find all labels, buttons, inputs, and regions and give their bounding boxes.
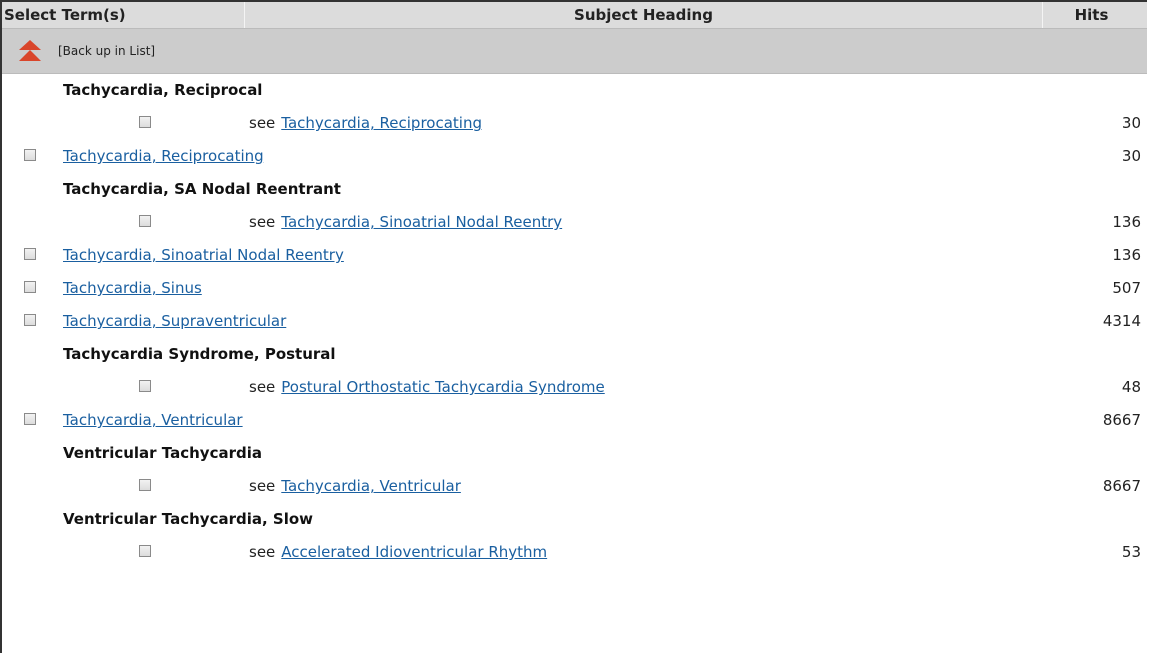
hits-count: 53 [1121, 543, 1141, 561]
subject-heading-table: Select Term(s) Subject Heading Hits [Bac… [0, 0, 1147, 653]
results-list: Tachycardia, Reciprocal see Tachycardia, R… [2, 74, 1147, 569]
select-term-checkbox[interactable] [24, 281, 36, 293]
back-up-in-list-link[interactable]: [Back up in List] [58, 44, 155, 58]
see-label: see [249, 477, 276, 495]
see-reference-row: see Accelerated Idioventricular Rhythm 53 [2, 536, 1147, 569]
see-reference-row: see Postural Orthostatic Tachycardia Synd… [2, 371, 1147, 404]
entry-heading-row: Tachycardia, SA Nodal Reentrant [2, 173, 1147, 206]
see-label: see [249, 543, 276, 561]
select-terms-header: Select Term(s) [2, 2, 245, 28]
see-reference: see Tachycardia, Reciprocating [249, 114, 482, 132]
subject-heading-link[interactable]: Tachycardia, Ventricular [63, 411, 243, 429]
subject-heading-link[interactable]: Tachycardia, Reciprocating [63, 147, 264, 165]
subject-heading-link[interactable]: Accelerated Idioventricular Rhythm [281, 543, 547, 561]
see-reference-row: see Tachycardia, Ventricular 8667 [2, 470, 1147, 503]
entry-term-heading: Tachycardia Syndrome, Postural [63, 345, 336, 363]
entry-heading-row: Tachycardia Syndrome, Postural [2, 338, 1147, 371]
hits-count: 30 [1121, 114, 1141, 132]
see-reference-row: see Tachycardia, Reciprocating 30 [2, 107, 1147, 140]
see-reference: see Postural Orthostatic Tachycardia Synd… [249, 378, 605, 396]
subject-term-row: Tachycardia, Ventricular 8667 [2, 404, 1147, 437]
subject-heading-link[interactable]: Tachycardia, Sinus [63, 279, 202, 297]
select-term-checkbox[interactable] [139, 479, 151, 491]
entry-term-heading: Ventricular Tachycardia [63, 444, 262, 462]
entry-heading-row: Tachycardia, Reciprocal [2, 74, 1147, 107]
subject-heading-link[interactable]: Tachycardia, Supraventricular [63, 312, 286, 330]
subject-heading-link[interactable]: Tachycardia, Sinoatrial Nodal Reentry [281, 213, 562, 231]
subject-heading-link[interactable]: Tachycardia, Reciprocating [281, 114, 482, 132]
hits-count: 48 [1121, 378, 1141, 396]
select-term-checkbox[interactable] [24, 248, 36, 260]
subject-term-row: Tachycardia, Sinoatrial Nodal Reentry 136 [2, 239, 1147, 272]
hits-header: Hits [1074, 6, 1109, 24]
see-label: see [249, 114, 276, 132]
see-reference: see Accelerated Idioventricular Rhythm [249, 543, 547, 561]
subject-term-row: Tachycardia, Reciprocating 30 [2, 140, 1147, 173]
select-term-checkbox[interactable] [139, 545, 151, 557]
double-up-arrow-icon[interactable] [2, 29, 58, 73]
select-term-checkbox[interactable] [139, 116, 151, 128]
entry-term-heading: Tachycardia, SA Nodal Reentrant [63, 180, 341, 198]
select-term-checkbox[interactable] [24, 149, 36, 161]
select-term-checkbox[interactable] [24, 314, 36, 326]
see-reference-row: see Tachycardia, Sinoatrial Nodal Reentry… [2, 206, 1147, 239]
entry-heading-row: Ventricular Tachycardia, Slow [2, 503, 1147, 536]
hits-count: 136 [1112, 213, 1141, 231]
subject-heading-link[interactable]: Postural Orthostatic Tachycardia Syndrom… [281, 378, 604, 396]
subject-term-row: Tachycardia, Supraventricular 4314 [2, 305, 1147, 338]
back-up-row: [Back up in List] [2, 29, 1147, 74]
entry-term-heading: Ventricular Tachycardia, Slow [63, 510, 314, 528]
select-term-checkbox[interactable] [24, 413, 36, 425]
hits-count: 30 [1121, 147, 1141, 165]
see-label: see [249, 378, 276, 396]
hits-count: 8667 [1102, 477, 1141, 495]
hits-count: 4314 [1102, 312, 1141, 330]
entry-term-heading: Tachycardia, Reciprocal [63, 81, 263, 99]
select-term-checkbox[interactable] [139, 215, 151, 227]
table-header: Select Term(s) Subject Heading Hits [2, 2, 1147, 29]
subject-heading-header: Subject Heading [245, 2, 1043, 28]
select-term-checkbox[interactable] [139, 380, 151, 392]
see-reference: see Tachycardia, Ventricular [249, 477, 461, 495]
subject-heading-link[interactable]: Tachycardia, Ventricular [281, 477, 461, 495]
hits-count: 8667 [1102, 411, 1141, 429]
subject-term-row: Tachycardia, Sinus 507 [2, 272, 1147, 305]
hits-count: 507 [1112, 279, 1141, 297]
subject-heading-link[interactable]: Tachycardia, Sinoatrial Nodal Reentry [63, 246, 344, 264]
entry-heading-row: Ventricular Tachycardia [2, 437, 1147, 470]
see-reference: see Tachycardia, Sinoatrial Nodal Reentry [249, 213, 562, 231]
hits-count: 136 [1112, 246, 1141, 264]
see-label: see [249, 213, 276, 231]
